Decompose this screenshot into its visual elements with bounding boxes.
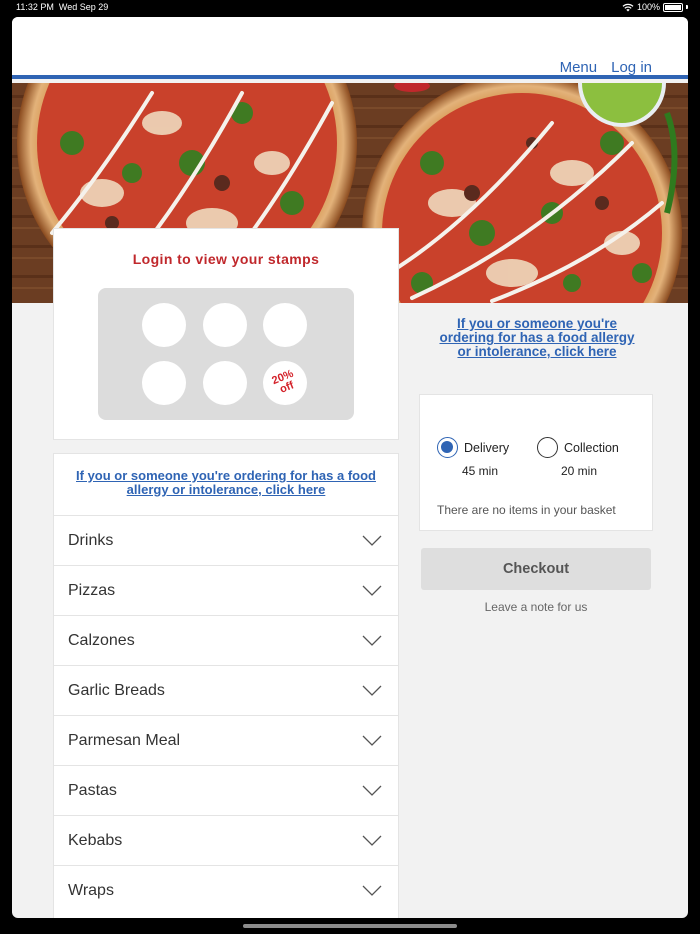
chevron-down-icon bbox=[362, 685, 382, 696]
battery-percent: 100% bbox=[636, 2, 660, 12]
collection-label: Collection bbox=[564, 440, 619, 455]
category-pastas[interactable]: Pastas bbox=[54, 765, 398, 815]
menu-link[interactable]: Menu bbox=[560, 59, 598, 76]
category-wraps[interactable]: Wraps bbox=[54, 865, 398, 915]
chevron-down-icon bbox=[362, 635, 382, 646]
allergy-notice-link[interactable]: If you or someone you're ordering for ha… bbox=[54, 469, 398, 497]
category-pizzas[interactable]: Pizzas bbox=[54, 565, 398, 615]
status-bar: 11:32 PM Wed Sep 29 100% bbox=[0, 0, 700, 16]
category-parmesan-meal[interactable]: Parmesan Meal bbox=[54, 715, 398, 765]
stamp-reward-slot: 20% off bbox=[263, 361, 307, 405]
stamp-slot bbox=[203, 303, 247, 347]
allergy-notice-link-right[interactable]: If you or someone you're ordering for ha… bbox=[432, 317, 642, 359]
chevron-down-icon bbox=[362, 535, 382, 546]
chevron-down-icon bbox=[362, 735, 382, 746]
login-link[interactable]: Log in bbox=[611, 59, 652, 76]
category-garlic-breads[interactable]: Garlic Breads bbox=[54, 665, 398, 715]
delivery-label: Delivery bbox=[464, 440, 510, 455]
category-label: Drinks bbox=[68, 531, 114, 549]
chevron-down-icon bbox=[362, 585, 382, 596]
basket-empty-message: There are no items in your basket bbox=[437, 503, 616, 517]
order-options-card: Delivery 45 min Collection 20 min There … bbox=[419, 394, 653, 531]
status-right: 100% bbox=[622, 2, 688, 12]
delivery-option[interactable]: Delivery bbox=[437, 437, 509, 458]
collection-radio[interactable] bbox=[537, 437, 558, 458]
category-drinks[interactable]: Drinks bbox=[54, 515, 398, 565]
chevron-down-icon bbox=[362, 785, 382, 796]
battery-icon bbox=[663, 2, 683, 12]
stamp-card-title[interactable]: Login to view your stamps bbox=[54, 251, 398, 267]
category-label: Pastas bbox=[68, 781, 117, 799]
stamp-slot bbox=[142, 361, 186, 405]
stamp-slot bbox=[203, 361, 247, 405]
category-label: Calzones bbox=[68, 631, 135, 649]
category-label: Garlic Breads bbox=[68, 681, 165, 699]
leave-note-link[interactable]: Leave a note for us bbox=[421, 600, 651, 614]
site-header: Menu Log in bbox=[12, 17, 688, 79]
category-label: Parmesan Meal bbox=[68, 731, 181, 749]
chevron-down-icon bbox=[362, 885, 382, 896]
category-label: Kebabs bbox=[68, 831, 123, 849]
stamp-tray: 20% off bbox=[98, 288, 354, 420]
menu-categories-panel: If you or someone you're ordering for ha… bbox=[53, 453, 399, 918]
collection-time: 20 min bbox=[561, 464, 598, 478]
wifi-icon bbox=[622, 3, 634, 11]
home-indicator[interactable] bbox=[243, 924, 457, 928]
stamp-offer-text: 20% off bbox=[270, 367, 296, 396]
checkout-button[interactable]: Checkout bbox=[421, 548, 651, 590]
stamp-slot bbox=[263, 303, 307, 347]
stamp-slot bbox=[142, 303, 186, 347]
stamp-card: Login to view your stamps 20% off bbox=[53, 228, 399, 440]
delivery-time: 45 min bbox=[462, 464, 499, 478]
top-nav: Menu Log in bbox=[560, 59, 652, 76]
category-label: Pizzas bbox=[68, 581, 116, 599]
category-calzones[interactable]: Calzones bbox=[54, 615, 398, 665]
collection-option[interactable]: Collection bbox=[537, 437, 619, 458]
status-time: 11:32 PM Wed Sep 29 bbox=[16, 2, 109, 12]
category-label: Wraps bbox=[68, 881, 114, 899]
app-screen: Menu Log in Login to view your stamps 20… bbox=[12, 17, 688, 918]
chevron-down-icon bbox=[362, 835, 382, 846]
delivery-radio[interactable] bbox=[437, 437, 458, 458]
category-kebabs[interactable]: Kebabs bbox=[54, 815, 398, 865]
